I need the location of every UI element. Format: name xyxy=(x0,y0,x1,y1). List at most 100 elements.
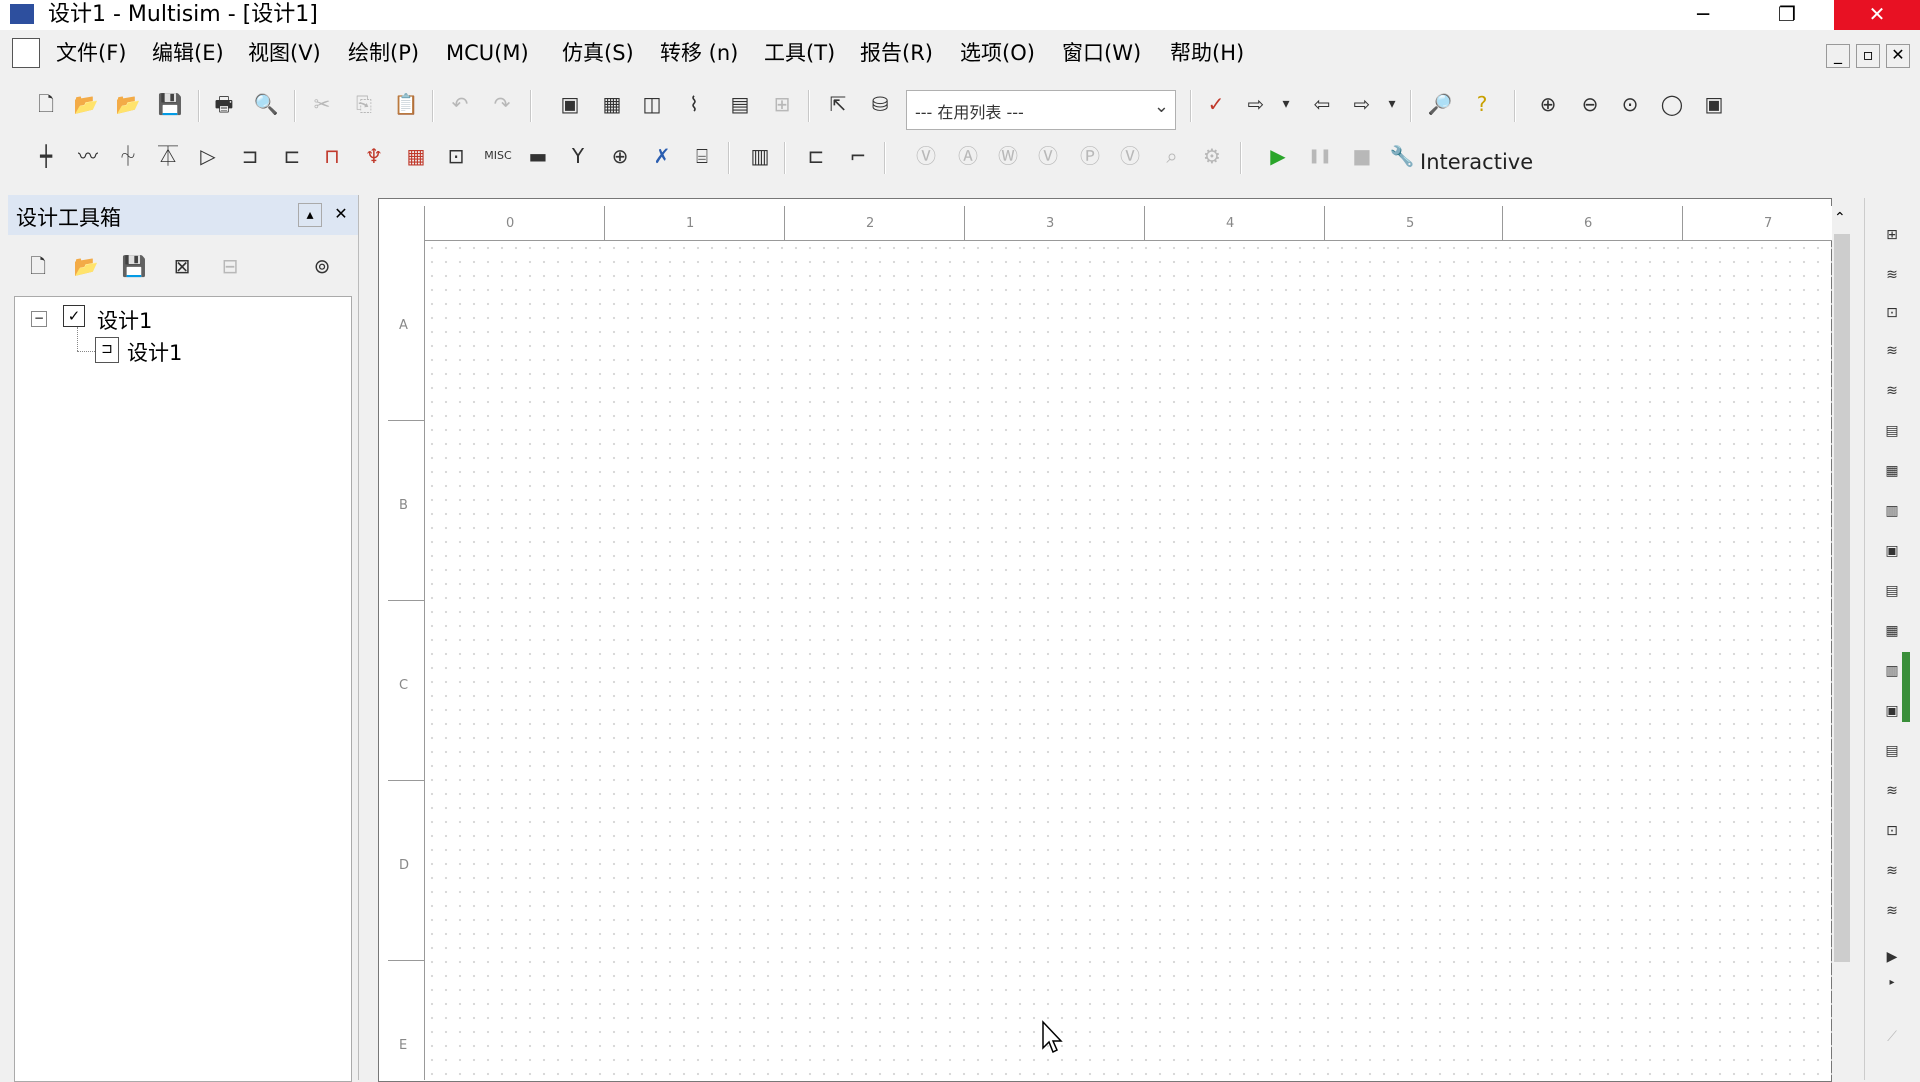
pin-button[interactable]: ▴ xyxy=(298,203,322,227)
place-basic-icon[interactable]: 〰 xyxy=(72,140,104,172)
paste-icon[interactable]: 📋 xyxy=(390,88,422,120)
zoom-sheet-icon[interactable]: ◯ xyxy=(1656,88,1688,120)
cut-icon[interactable]: ✂ xyxy=(306,88,338,120)
menu-options[interactable]: 选项(O) xyxy=(960,40,1035,66)
new-design-icon[interactable]: 🗋 xyxy=(22,250,54,282)
schematic-canvas[interactable] xyxy=(425,241,1832,1080)
current-clamp-icon[interactable]: ⟋ xyxy=(1878,1024,1906,1050)
agilent-multimeter-icon[interactable]: ⊡ xyxy=(1878,818,1906,844)
toggle-design-toolbox-icon[interactable]: ▣ xyxy=(554,88,586,120)
help-icon[interactable]: ? xyxy=(1466,88,1498,120)
menu-simulate[interactable]: 仿真(S) xyxy=(562,40,634,66)
grapher-icon[interactable]: ⌇ xyxy=(678,88,710,120)
place-mcu-icon[interactable]: ▥ xyxy=(744,140,776,172)
parent-sheet-icon[interactable]: ⊞ xyxy=(766,88,798,120)
menu-view[interactable]: 视图(V) xyxy=(248,40,321,66)
pause-icon[interactable]: ❚❚ xyxy=(1304,140,1336,172)
place-bus-icon[interactable]: ⌐ xyxy=(842,140,874,172)
menu-place[interactable]: 绘制(P) xyxy=(348,40,419,66)
zoom-out-icon[interactable]: ⊖ xyxy=(1574,88,1606,120)
collapse-icon[interactable]: − xyxy=(31,311,47,327)
four-channel-oscilloscope-icon[interactable]: ≋ xyxy=(1878,378,1906,404)
print-icon[interactable]: 🖶 xyxy=(208,88,240,120)
spice-netlist-viewer-icon[interactable]: ◫ xyxy=(636,88,668,120)
function-generator-icon[interactable]: ≋ xyxy=(1878,262,1906,288)
erc-icon[interactable]: ✓ xyxy=(1200,88,1232,120)
place-transistor-icon[interactable]: ⏄ xyxy=(152,140,184,172)
bode-plotter-icon[interactable]: ▤ xyxy=(1878,418,1906,444)
menu-transfer[interactable]: 转移 (n) xyxy=(660,40,738,66)
place-power-component-icon[interactable]: ⊡ xyxy=(440,140,472,172)
menu-edit[interactable]: 编辑(E) xyxy=(152,40,224,66)
place-advanced-peripherals-icon[interactable]: ▬ xyxy=(522,140,554,172)
chevron-down-icon[interactable]: ▾ xyxy=(1376,88,1408,120)
save-design-icon[interactable]: 💾 xyxy=(118,250,150,282)
voltage-current-probe-icon[interactable]: Ⓟ xyxy=(1074,140,1106,172)
close-design-icon[interactable]: ⊠ xyxy=(166,250,198,282)
visibility-settings-icon[interactable]: ⊚ xyxy=(306,250,338,282)
place-mixed-icon[interactable]: ♆ xyxy=(358,140,390,172)
back-annotate-icon[interactable]: ⇦ xyxy=(1306,88,1338,120)
search-icon[interactable]: 🔎 xyxy=(1424,88,1456,120)
checkbox-icon[interactable]: ✓ xyxy=(63,305,85,327)
iv-analyzer-icon[interactable]: ▦ xyxy=(1878,618,1906,644)
agilent-generator-icon[interactable]: ≋ xyxy=(1878,778,1906,804)
print-preview-icon[interactable]: 🔍 xyxy=(250,88,282,120)
zoom-area-icon[interactable]: ⊙ xyxy=(1614,88,1646,120)
open-folder-icon[interactable]: 📂 xyxy=(70,88,102,120)
logic-analyzer-icon[interactable]: ▣ xyxy=(1878,538,1906,564)
voltage-probe-icon[interactable]: Ⓥ xyxy=(910,140,942,172)
current-probe-icon[interactable]: Ⓐ xyxy=(952,140,984,172)
forward-annotate-icon[interactable]: ⇨ xyxy=(1346,88,1378,120)
place-cmos-icon[interactable]: ⊏ xyxy=(276,140,308,172)
interactive-simulation-label[interactable]: Interactive xyxy=(1420,150,1533,174)
menu-mcu[interactable]: MCU(M) xyxy=(446,40,529,66)
labview-instrument-icon[interactable]: ▶ xyxy=(1878,944,1906,970)
new-file-icon[interactable]: 🗋 xyxy=(30,88,62,120)
tektronix-oscilloscope-icon[interactable]: ≋ xyxy=(1878,898,1906,924)
close-button[interactable]: ✕ xyxy=(1834,0,1920,30)
place-misc-digital-icon[interactable]: ⊓ xyxy=(316,140,348,172)
panel-close-button[interactable]: ✕ xyxy=(330,203,352,225)
scroll-up-icon[interactable]: ⌃ xyxy=(1834,210,1846,226)
zoom-in-icon[interactable]: ⊕ xyxy=(1532,88,1564,120)
open-design-icon[interactable]: 📂 xyxy=(70,250,102,282)
database-manager-icon[interactable]: ⛁ xyxy=(864,88,896,120)
place-misc-icon[interactable]: MISC xyxy=(482,140,514,172)
menu-window[interactable]: 窗口(W) xyxy=(1062,40,1141,66)
menu-help[interactable]: 帮助(H) xyxy=(1170,40,1244,66)
panel-resize-grip[interactable] xyxy=(1902,652,1910,722)
wattmeter-icon[interactable]: ⊡ xyxy=(1878,300,1906,326)
place-analog-icon[interactable]: ▷ xyxy=(192,140,224,172)
open-sample-icon[interactable]: 📂 xyxy=(112,88,144,120)
place-ni-component-icon[interactable]: ✗ xyxy=(646,140,678,172)
place-connector-icon[interactable]: ⌸ xyxy=(686,140,718,172)
mdi-restore-button[interactable]: ▫ xyxy=(1856,44,1880,68)
postprocessor-icon[interactable]: ▤ xyxy=(724,88,756,120)
place-diode-icon[interactable]: ⏆ xyxy=(112,140,144,172)
transfer-to-ultiboard-icon[interactable]: ⇨ xyxy=(1240,88,1272,120)
minimize-button[interactable]: ─ xyxy=(1672,0,1734,30)
redo-icon[interactable]: ↷ xyxy=(486,88,518,120)
logic-converter-icon[interactable]: ▤ xyxy=(1878,578,1906,604)
chevron-right-icon[interactable]: ▸ xyxy=(1878,970,1906,996)
differential-probe-icon[interactable]: Ⓥ xyxy=(1032,140,1064,172)
place-electromechanical-icon[interactable]: ⊕ xyxy=(604,140,636,172)
network-analyzer-icon[interactable]: ▤ xyxy=(1878,738,1906,764)
chevron-down-icon[interactable]: ▾ xyxy=(1270,88,1302,120)
undo-icon[interactable]: ↶ xyxy=(444,88,476,120)
new-component-icon[interactable]: ⇱ xyxy=(822,88,854,120)
reference-probe-icon[interactable]: Ⓥ xyxy=(1114,140,1146,172)
mdi-minimize-button[interactable]: _ xyxy=(1826,44,1850,68)
menu-tools[interactable]: 工具(T) xyxy=(764,40,835,66)
stop-icon[interactable]: ■ xyxy=(1346,140,1378,172)
tree-item-design[interactable]: 设计1 xyxy=(97,305,152,335)
run-icon[interactable]: ▶ xyxy=(1262,140,1294,172)
restore-button[interactable]: ❐ xyxy=(1756,0,1818,30)
tree-item-sheet[interactable]: 设计1 xyxy=(127,337,182,367)
place-indicator-icon[interactable]: ▦ xyxy=(400,140,432,172)
multimeter-icon[interactable]: ⊞ xyxy=(1878,222,1906,248)
place-source-icon[interactable]: ┿ xyxy=(30,140,62,172)
mdi-close-button[interactable]: ✕ xyxy=(1886,44,1910,68)
save-icon[interactable]: 💾 xyxy=(154,88,186,120)
